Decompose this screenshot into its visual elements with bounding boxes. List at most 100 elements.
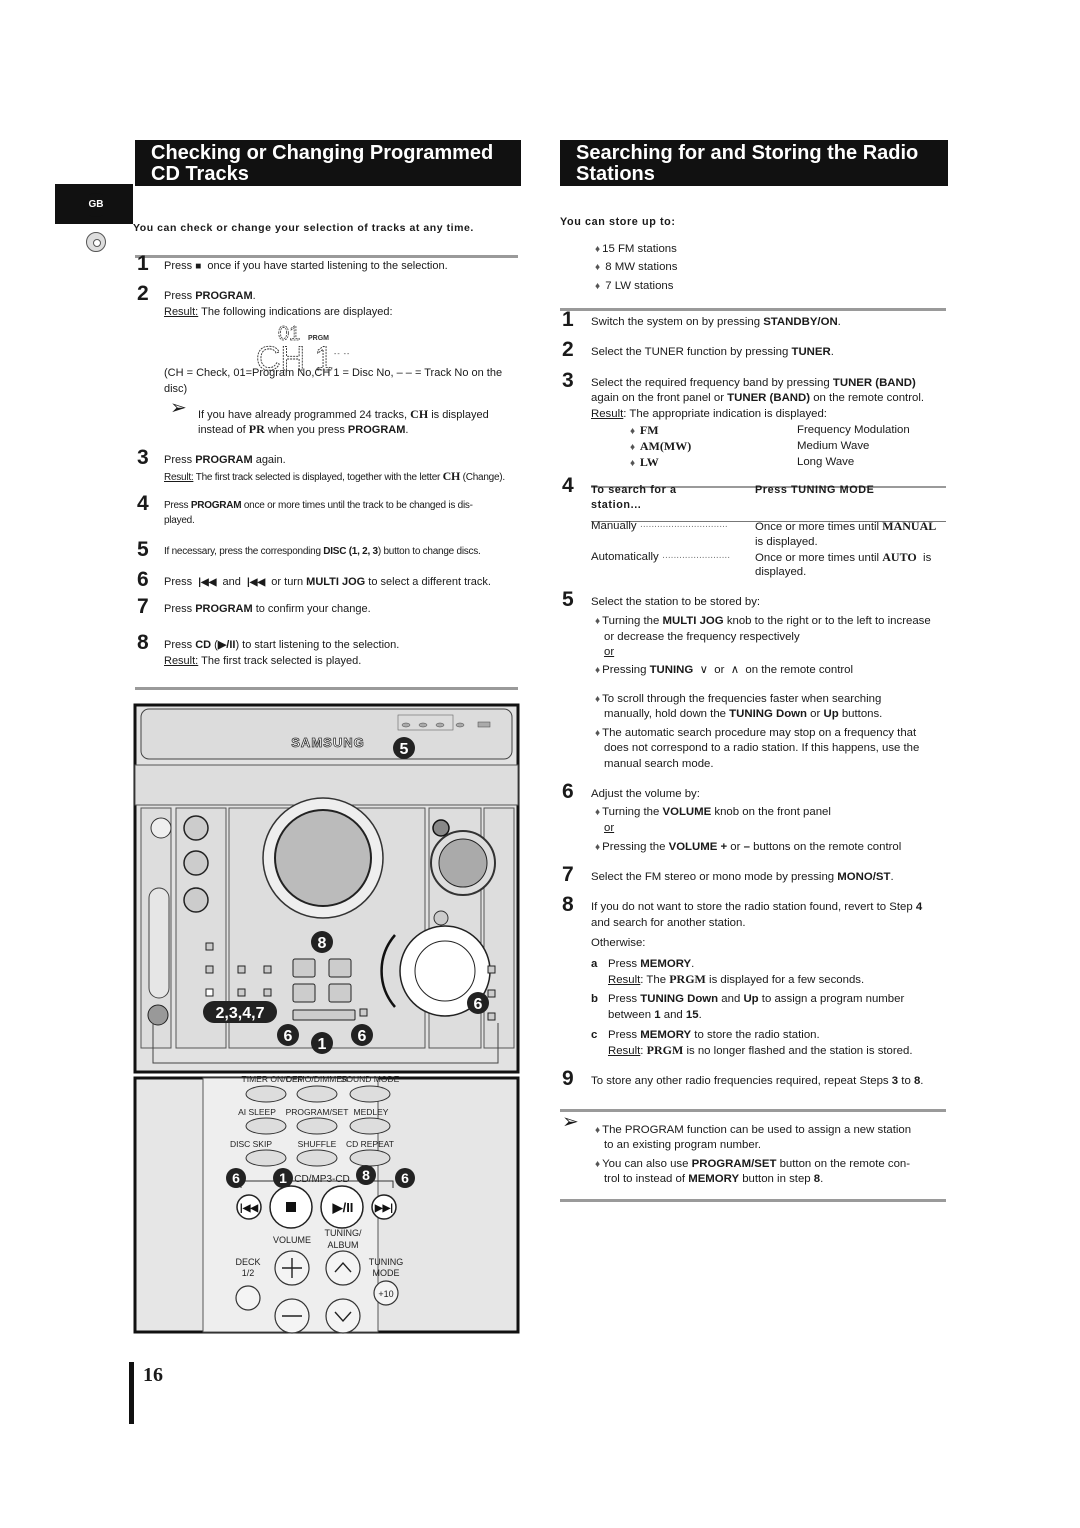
bullet-icon: ♦ <box>595 694 601 705</box>
text-line: ♦ LW <box>630 455 659 471</box>
text-line: manually, hold down the TUNING Down or U… <box>604 707 882 721</box>
text-line: is displayed. <box>755 535 818 549</box>
text-segment: button on the remote con- <box>776 1158 911 1170</box>
bullet-icon: ♦ <box>595 1125 601 1136</box>
text-segment: STANDBY/ON <box>763 316 838 328</box>
text-line: ♦ The automatic search procedure may stop… <box>595 726 916 741</box>
step-number-label: 1 <box>137 252 149 275</box>
text-segment: Select the required frequency band by pr… <box>591 377 833 389</box>
step-number: 1 <box>137 253 149 275</box>
text-segment: Press <box>608 958 641 970</box>
text-segment: to an existing program number. <box>604 1139 762 1151</box>
text-segment: station... <box>591 499 642 511</box>
text-segment: If necessary, press the corresponding <box>164 546 324 557</box>
step-number-label: 5 <box>137 538 149 561</box>
text-segment: ( <box>211 639 218 651</box>
step-number-label: 7 <box>137 595 149 618</box>
text-segment: : The appropriate indication is displaye… <box>623 408 827 420</box>
text-line: and search for another station. <box>591 916 746 930</box>
text-line: Result: The first track selected is play… <box>164 654 361 668</box>
step-number-label: 2 <box>137 282 149 305</box>
text-line: ➢ <box>562 1112 579 1132</box>
text-line: or <box>604 821 614 835</box>
text-segment: The following indications are displayed: <box>198 306 393 318</box>
divider <box>135 687 518 690</box>
text-line: Press PROGRAM. <box>164 289 256 303</box>
remote-label: AI SLEEP <box>238 1107 276 1117</box>
stop-icon <box>286 1202 296 1212</box>
text-segment: knob to the right or to the left to incr… <box>723 615 931 627</box>
step-number-label: 8 <box>137 631 149 654</box>
text-segment: b <box>591 993 598 1005</box>
text-segment: button in step <box>739 1173 814 1185</box>
text-line: a <box>591 957 597 971</box>
text-line: Press PROGRAM to confirm your change. <box>164 602 371 616</box>
text-segment: is displayed. <box>755 536 818 548</box>
text-line: station... <box>591 498 641 512</box>
text-segment: MEMORY <box>640 1029 692 1041</box>
text-segment: PRGM <box>646 1043 684 1057</box>
step-number-label: 3 <box>562 369 574 392</box>
step-number: 7 <box>562 864 574 886</box>
next-icon: ▶▶| <box>374 1203 393 1214</box>
lcd-track: -- -- <box>334 351 350 358</box>
text-segment: Press <box>608 1029 641 1041</box>
text-segment: Result: <box>164 472 194 483</box>
text-segment: Long Wave <box>797 456 855 468</box>
step-number-label: 3 <box>137 446 149 469</box>
dotted-leader: ························ <box>661 552 730 563</box>
callout-label: 1 <box>279 1170 287 1186</box>
right-title-line1: Searching for and Storing the Radio <box>576 142 919 164</box>
text-segment: . <box>698 1009 702 1021</box>
text-segment: does not correspond to a radio station. … <box>604 742 920 754</box>
text-line: displayed. <box>755 565 806 579</box>
volume-knob <box>438 838 488 888</box>
text-segment: to store the radio station. <box>691 1029 820 1041</box>
text-segment: and <box>718 993 744 1005</box>
text-segment: CH <box>410 407 429 421</box>
text-segment: Press <box>164 500 191 511</box>
text-line: Result: PRGM is no longer flashed and th… <box>608 1043 913 1058</box>
text-segment: The first track selected is displayed, t… <box>193 472 443 483</box>
dotted-leader: ······························· <box>639 521 728 532</box>
text-segment: AUTO <box>882 550 917 564</box>
text-segment: again on the front panel or <box>591 392 728 404</box>
text-segment: MULTI JOG <box>306 576 366 588</box>
text-segment: . <box>405 424 409 436</box>
text-segment: . <box>691 958 695 970</box>
text-segment: played. <box>164 515 195 526</box>
sound-mode-knob <box>183 815 209 841</box>
text-segment: VOLUME + <box>668 841 728 853</box>
text-segment: or turn <box>265 576 307 588</box>
text-segment: 15 FM stations <box>602 243 677 255</box>
text-line: Once or more times until AUTO is <box>755 550 931 565</box>
text-line: ♦ Pressing TUNING ∨ or ∧ on the remote co… <box>595 663 853 678</box>
text-line: disc) <box>164 382 187 396</box>
text-segment: LW <box>639 455 659 469</box>
text-segment: PRGM <box>669 972 706 986</box>
bullet-icon: ♦ <box>595 807 601 818</box>
callout-label: 1 <box>318 1036 327 1053</box>
text-segment: instead of <box>198 424 249 436</box>
callout-label: 6 <box>284 1028 293 1045</box>
divider <box>560 1109 946 1112</box>
remote-label: DISC SKIP <box>230 1139 272 1149</box>
lcd-check-disc: CH 1 <box>256 340 333 372</box>
step-number: 8 <box>137 632 149 654</box>
step-number: 5 <box>562 589 574 611</box>
text-line: or decrease the frequency respectively <box>604 630 800 644</box>
text-segment: or <box>604 646 615 658</box>
step-number-label: 6 <box>562 780 574 803</box>
text-segment: to confirm your change. <box>252 603 371 615</box>
text-segment: MEMORY <box>640 958 692 970</box>
text-segment: or decrease the frequency respectively <box>604 631 800 643</box>
step-number: 5 <box>137 539 149 561</box>
callout-label: 6 <box>232 1170 240 1186</box>
text-line: Result: The PRGM is displayed for a few … <box>608 972 864 987</box>
text-segment: Press <box>164 290 196 302</box>
step-number: 6 <box>137 569 149 591</box>
remote-control: TIMER ON/OFF DEMO/DIMMER SOUND MODE AI S… <box>133 1074 520 1334</box>
lcd-display-illustration: 01 PRGM CH 1 -- -- <box>256 323 350 372</box>
text-segment: displayed. <box>755 566 807 578</box>
text-segment: MANUAL <box>882 519 937 533</box>
